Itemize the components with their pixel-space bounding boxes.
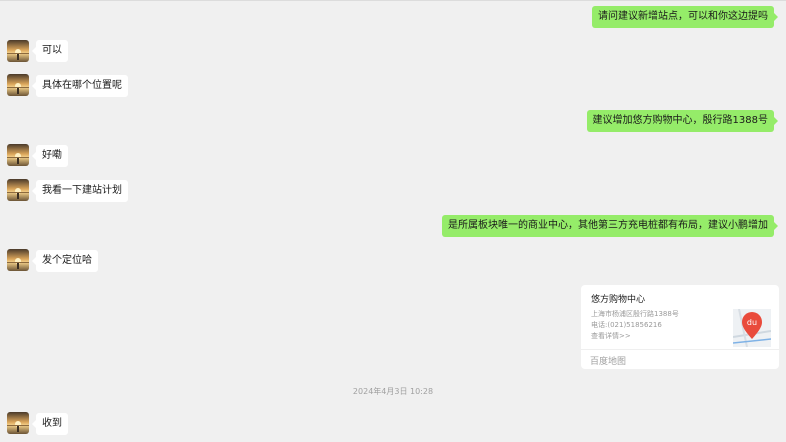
- window-top-divider: [0, 0, 786, 1]
- location-address: 上海市杨浦区殷行路1388号: [591, 310, 679, 318]
- sunset-avatar-icon: [7, 144, 29, 166]
- avatar[interactable]: [7, 249, 29, 271]
- location-phone: 电话:(021)51856216: [591, 321, 662, 329]
- sunset-avatar-icon: [7, 40, 29, 62]
- message-bubble-incoming[interactable]: 可以: [32, 40, 68, 62]
- avatar[interactable]: [7, 412, 29, 434]
- sunset-avatar-icon: [7, 179, 29, 201]
- message-bubble-incoming[interactable]: 好嘞: [32, 145, 68, 167]
- location-name: 悠方购物中心: [591, 295, 646, 305]
- message-bubble-outgoing[interactable]: 建议增加悠方购物中心，殷行路1388号: [586, 110, 779, 132]
- avatar[interactable]: [7, 179, 29, 201]
- avatar[interactable]: [7, 40, 29, 62]
- location-source: 百度地图: [590, 357, 627, 367]
- sunset-avatar-icon: [7, 249, 29, 271]
- timestamp-divider: 2024年4月3日 10:28: [352, 387, 434, 396]
- card-divider: [581, 349, 779, 350]
- message-bubble-incoming[interactable]: 收到: [32, 413, 68, 435]
- baidu-map-icon: du: [732, 308, 772, 348]
- location-details-link[interactable]: 查看详情>>: [591, 331, 631, 341]
- map-thumbnail[interactable]: du: [732, 308, 772, 348]
- sunset-avatar-icon: [7, 74, 29, 96]
- location-card[interactable]: 悠方购物中心 上海市杨浦区殷行路1388号 电话:(021)51856216 查…: [581, 285, 779, 369]
- message-bubble-incoming[interactable]: 具体在哪个位置呢: [32, 75, 128, 97]
- sunset-avatar-icon: [7, 412, 29, 434]
- message-bubble-incoming[interactable]: 发个定位哈: [32, 250, 98, 272]
- message-bubble-outgoing[interactable]: 请问建议新增站点，可以和你这边提吗: [592, 6, 778, 28]
- message-bubble-outgoing[interactable]: 是所属板块唯一的商业中心，其他第三方充电桩都有布局，建议小鹏增加: [442, 215, 778, 237]
- avatar[interactable]: [7, 144, 29, 166]
- map-badge-label: du: [747, 318, 757, 327]
- avatar[interactable]: [7, 74, 29, 96]
- message-bubble-incoming[interactable]: 我看一下建站计划: [32, 180, 128, 202]
